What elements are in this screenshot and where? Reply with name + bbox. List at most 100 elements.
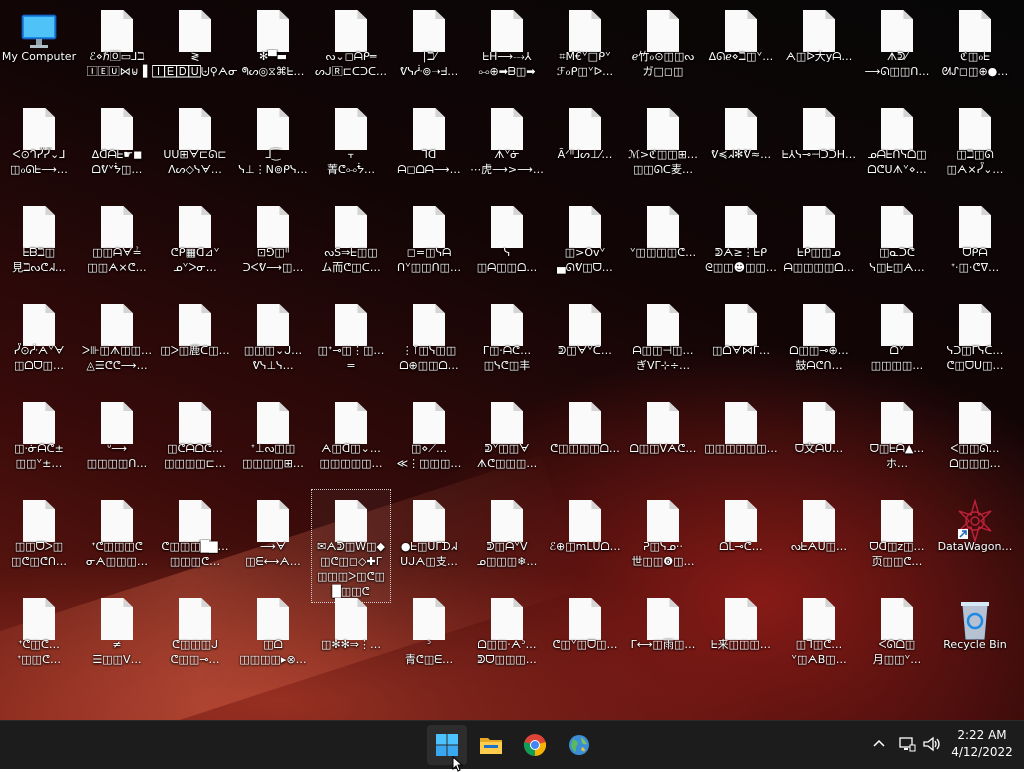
desktop-file-icon[interactable]: ᕦᑭ▦ᗡ⊿ᘁ ᓄᘁᐳᓂ… [156, 196, 234, 290]
desktop-file-icon[interactable]: ᕈ◫ᓭᓄ⋅⋅ 世◫◫❻◫… [624, 490, 702, 584]
desktop-file-icon[interactable]: ᔓS⇒ᖶ◫◫ ム而ᕦ◫ᑕ… [312, 196, 390, 290]
desktop-file-icon[interactable]: ᖶ⅄ᓭ⊸⊣ᑐᑐH… [780, 98, 858, 192]
network-icon[interactable] [898, 735, 916, 757]
desktop-file-icon[interactable]: ℳ>ℭ◫◫⊞… ◫◫ᘏᑕ麦… [624, 98, 702, 192]
desktop-file-icon[interactable]: ᓄᗩᖶᑎᓭᗝ◫ ᗝᕦᑌᗑᘁ⋄… [858, 98, 936, 192]
desktop-file-icon[interactable]: ᕲ◫ᗄᘁᑕ… [546, 294, 624, 388]
desktop-file-icon[interactable]: ᗝᒪ⊸ᕦ… [702, 490, 780, 584]
speaker-icon[interactable] [922, 735, 942, 757]
desktop-file-icon[interactable]: ᓮ⊙ᓿᗅᘁᗄ ◫ᗝᗜ◫… [0, 294, 78, 388]
desktop-file-icon[interactable]: ◫⋅ᓃᗩᕦ± ◫◫ᘁ±… [0, 392, 78, 486]
desktop-file-icon[interactable]: ᐡ⟶ ◫◫◫◫ᑎ… [78, 392, 156, 486]
desktop-file-icon[interactable]: ᕦ◫◫◫ᒍ ᕦ◫◫⊸… [156, 588, 234, 682]
desktop-file-icon[interactable]: ᖶ来◫◫◫… [702, 588, 780, 682]
desktop-file-icon[interactable]: ◫ᕦᗩᗝᕦ… ◫◫◫◫⊏… [156, 392, 234, 486]
desktop-file-icon[interactable]: ᗑᕲ⁄ ⟶ᘏ◫◫ᑎ… [858, 0, 936, 94]
desktop-file-icon[interactable]: ≠ ☰◫◫ᐯ… [78, 588, 156, 682]
desktop-file-icon[interactable]: ◫ᒣ◫ᕦ… ᘁ◫ᗅB◫… [780, 588, 858, 682]
desktop-file-icon[interactable]: ᕲᘁ◫◫ᗄ ᗑᕦ◫◫◫… [468, 392, 546, 486]
desktop-file-icon[interactable]: ᗑᘁᓃ ⋯虎⟶>⟶… [468, 98, 546, 192]
desktop-file-icon[interactable]: ᕲ◫ᗩᘁᐯ ᓄ◫◫◫❄… [468, 490, 546, 584]
desktop-file-icon[interactable]: ᖶᗷℶ◫ 見ℶᔓᕦᖽ… [0, 196, 78, 290]
desktop-file-icon[interactable]: ᐣ 青ᕦ◫ᗴ… [390, 588, 468, 682]
desktop-file-icon[interactable]: ᗜᑭᗩ ᕀ⋅◫⋅ᕦᐁ… [936, 196, 1014, 290]
desktop-file-icon[interactable]: ᐩ⊥ᔓ◫◫ ◫◫◫◫⊞… [234, 392, 312, 486]
globe-app-button[interactable] [559, 725, 599, 765]
desktop-file-icon[interactable]: ᐸ◫◫ᘏ… ᗝ◫◫◫… [936, 392, 1014, 486]
desktop-file-icon[interactable]: ✻▀▬ ᖗᔕ◎⧖⌘ᖶ… [234, 0, 312, 94]
desktop-file-icon[interactable]: ℯ竹ℴ⊙◫◫ᔓ ガ□◻◫ [624, 0, 702, 94]
desktop-file-icon[interactable]: ᑌᑌ⊞ᗄ⊏ᘏ⊏ ᐱᔕ◇ᓭᗄ… [156, 98, 234, 192]
desktop-file-icon[interactable]: ◫>Ovᘁ ▄ᘏᕓ◫ᗜ… [546, 196, 624, 290]
icon-label-line: ᓭ [503, 246, 511, 259]
desktop-file-icon[interactable]: ᖶH⟶⤏⅄ ⧟⊕➡ᗷ◫➡ [468, 0, 546, 94]
desktop-file-icon[interactable]: ᒥ⟷◫雨◫… [624, 588, 702, 682]
desktop-file-icon[interactable]: ᖶᑭ◫◫ᓄ ᗩ◫◫◫◫ᗝ… [780, 196, 858, 290]
desktop-file-icon[interactable]: ᗝ◫◫⋅ᗅᐣ… ᕲᗜ◫◫◫… [468, 588, 546, 682]
desktop-file-icon[interactable]: ✉ᗅᕲ◫W◫◆ ◫ᕦ◫◻◇✚ᒥ ◫◫◫ᐳ◫ᕦ◫ █◫◫ᕦ [311, 489, 391, 603]
datawagon-shortcut-icon[interactable]: DataWagon… [936, 490, 1014, 584]
desktop-file-icon[interactable]: ᕦ◫ᘁ◫ᗜ◫… [546, 588, 624, 682]
desktop-file-icon[interactable]: ᕦ◫◫◫◫ᗝ… [546, 392, 624, 486]
desktop-file-icon[interactable]: ᗜ文ᗩᑌ… [780, 392, 858, 486]
desktop-file-icon[interactable]: ᓭ ◫ᗩ◫◫ᗝ… [468, 196, 546, 290]
desktop-file-icon[interactable]: ᐸᘏᗝ◫ 月◫◫ᘁ… [858, 588, 936, 682]
desktop-file-icon[interactable]: ◫⋄⟋… ≪⋮◫◫◫… [390, 392, 468, 486]
file-explorer-button[interactable] [471, 725, 511, 765]
desktop-file-icon[interactable]: ◫◫◫⌄ᒍ… ᕓᓭ⊥ᓭ… [234, 294, 312, 388]
desktop-file-icon[interactable]: ∣ℶ⁄ ᕓᓭᓿ⊚➝ᖵ… [390, 0, 468, 94]
desktop-file-icon[interactable]: ᐩᕦ◫ᕦ… ᐩ◫◫ᕦ… [0, 588, 78, 682]
desktop-file-icon[interactable]: ◫✻✻⇒⋮… [312, 588, 390, 682]
desktop-file-icon[interactable]: ◫ℶ◫ᘏ ◫ᗅ⨯ᓮ⌄… [936, 98, 1014, 192]
desktop-file-icon[interactable]: ◫ᓇᑐᕦ ᓭ◫ᖶ◫ᗅ… [858, 196, 936, 290]
desktop-file-icon[interactable]: ⌗M€ᘁ□ᑭᘁ ℱℴᑭ◫ᘁᐅ… [546, 0, 624, 94]
desktop-file-icon[interactable]: ᗜᗡ◫z◫… 页◫◫ᕦ… [858, 490, 936, 584]
desktop-file-icon[interactable]: ᕓ≼ᖽ✻ᕓ≈… [702, 98, 780, 192]
desktop-file-icon[interactable]: ᐳ⊪◫ᗑ◫◫… ◬☰ᕦᕦ⟶… [78, 294, 156, 388]
desktop-file-icon[interactable]: ●ᖶ◫ᑌᒥᗪᖽ ᑌᒍᗅ◫支… [390, 490, 468, 584]
desktop-file-icon[interactable]: ◫ᗝᗄ⋈ᒥ… [702, 294, 780, 388]
desktop-file-icon[interactable]: ᗅ◫ᗡ◫⌄… ◫◫◫◫◫… [312, 392, 390, 486]
desktop-file-icon[interactable]: ◫ᐳ◫鹿ᑕ◫… [156, 294, 234, 388]
desktop-file-icon[interactable]: ᒥ◫⋅ᗩᕦ… ◫ᓭᕦ◫丰 [468, 294, 546, 388]
desktop-file-icon[interactable]: ℭ◫ℴᖶ ᘛᔑ◻◫⊕●… [936, 0, 1014, 94]
desktop-file-icon[interactable]: ◻=◫ᓭᗩ ᑎᘁ◫◫ᑎ◫… [390, 196, 468, 290]
desktop-file-icon[interactable]: ◫◫◫◫◫◫… [702, 392, 780, 486]
desktop-file-icon[interactable]: ⋮⊺◫ᓭ◫◫ ᗝ⊕◫◫ᗝ… [390, 294, 468, 388]
desktop-file-icon[interactable]: ⅂ᗡ ᗩ◻ᗝᗩ⟶… [390, 98, 468, 192]
my-computer-icon[interactable]: My Computer [0, 0, 78, 94]
desktop-file-icon[interactable]: ⅃⁐ ᓭ⊥⋮N⊚ᑭᓭ… [234, 98, 312, 192]
desktop-file-icon[interactable]: ᗅ◫ᐅ大yᗩ… [780, 0, 858, 94]
desktop-file-icon[interactable]: ᔓ⌄◻ᗩᑭ═ ᔕᒍ🅁⊏ᑕᑐᑕ… [312, 0, 390, 94]
desktop-file-icon[interactable]: ◫ᐩ⊸◫⋮◫… = [312, 294, 390, 388]
desktop-file-icon[interactable]: ⟶ᗄ ◫ᗴ⟷ᗅ… [234, 490, 312, 584]
desktop-file-icon[interactable]: ᗜ◫ᖶᗩ▲… ホ… [858, 392, 936, 486]
desktop-file-icon[interactable]: ᗝᘁ ◫◫◫◫… [858, 294, 936, 388]
desktop-file-icon[interactable]: ᕦ◫◫◫█▇… ◫◫◫ᕦ… [156, 490, 234, 584]
desktop-file-icon[interactable]: ∆ᗡᗩᖶ☛◼ ᗝᕓᘁᖭ◫… [78, 98, 156, 192]
desktop-file-icon[interactable]: ℰ⊕◫mᒪᑌᗝ… [546, 490, 624, 584]
desktop-file-icon[interactable]: ⫟ 菁ᕦ⧟ᖭ… [312, 98, 390, 192]
desktop-file-icon[interactable]: ᐩᕦ◫◫◫ᕦ ᓂᗅ◫◫◫… [78, 490, 156, 584]
clock[interactable]: 2:22 AM 4/12/2022 [950, 727, 1014, 761]
desktop-file-icon[interactable]: ᗩ◫◫⊣◫… ぎᐯᒥ⊹÷… [624, 294, 702, 388]
desktop-file-icon[interactable]: ◫ᗝ ◫◫◫◫▸⊗… [234, 588, 312, 682]
desktop-file-icon[interactable]: ∆ᘏℯ⋄ℶ◫ᘁ… [702, 0, 780, 94]
desktop-file-icon[interactable]: ᕲᗅ≥⋮ᖶᑭ ᘓ◫◫☻◫◫… [702, 196, 780, 290]
desktop-file-icon[interactable]: ℰ⋄ℏ🄾▭⅃ℶ 🄸🄴🅄⋈⊌▐ [78, 0, 156, 94]
icon-label-line: ᔓS⇒ᖶ◫◫ [324, 246, 378, 259]
desktop-file-icon[interactable]: Ãᐟᐦ⅃ᔕ⊥⁄… [546, 98, 624, 192]
chrome-button[interactable] [515, 725, 555, 765]
desktop-file-icon[interactable]: ᓭᑐ◫ᒥᓭᑕ… ᕦ◫ᗜᑌ◫… [936, 294, 1014, 388]
desktop-file-icon[interactable]: ᘁ◫◫◫◫ᕦ… [624, 196, 702, 290]
desktop-file-icon[interactable]: ◫◫ᗜᐳ◫ ◫ᕦ◫ᕦᑎ… [0, 490, 78, 584]
desktop-file-icon[interactable]: ᗝ◫◫ᐯᗅᕦ… [624, 392, 702, 486]
desktop-file-icon[interactable]: ⊡⅁◫ᐦ ᑐᐸᕓ⟶◫… [234, 196, 312, 290]
desktop-file-icon[interactable]: ᐸ⊙ᒉᓮᓮ⌄⅃ ◫ℴᘏᖶ⟶… [0, 98, 78, 192]
recycle-bin-icon[interactable]: Recycle Bin [936, 588, 1014, 682]
desktop-file-icon[interactable]: ᗝ◫◫⊸⊕… 鼓ᗩᕦᑎ… [780, 294, 858, 388]
desktop-file-icon[interactable]: ᔓᖶᗅᑌ◫… [780, 490, 858, 584]
desktop-file-icon[interactable]: ≷ 🄸🄴🄳🅄⨄⚲ᗅᓂ [152, 0, 238, 94]
chevron-up-icon[interactable] [872, 736, 886, 754]
desktop-file-icon[interactable]: ◫◫ᗩᗄ≟ ◫◫ᗅ⨯ᕦ… [78, 196, 156, 290]
